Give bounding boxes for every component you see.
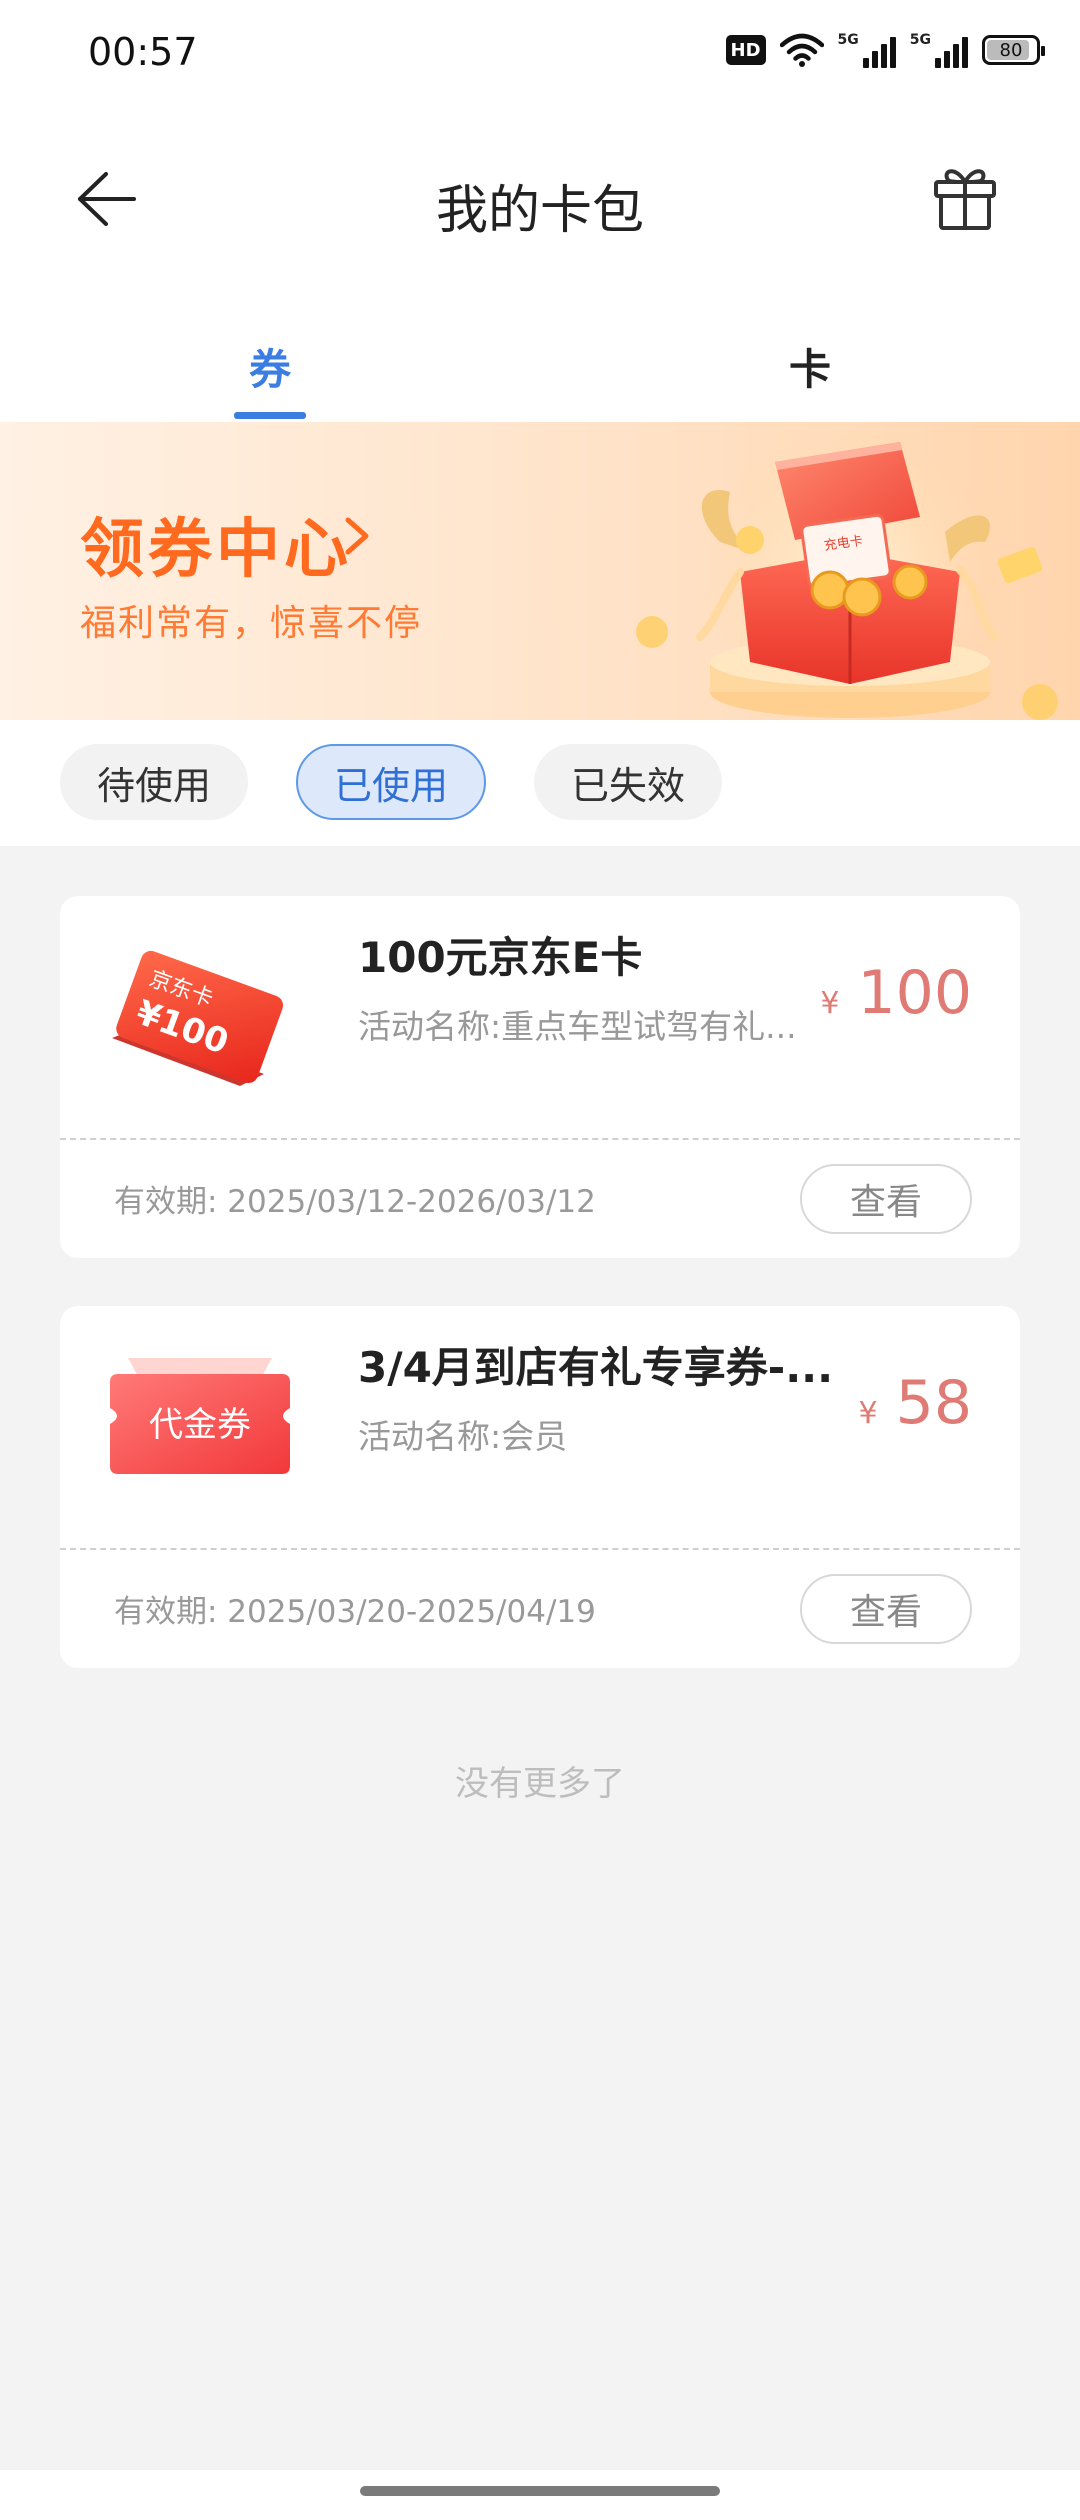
coupon-card[interactable]: 京东卡 ¥100 100元京东E卡 活动名称:重点车型试驾有礼... ¥ 100… [60,896,1020,1258]
status-icons: HD 5G 5G 80 [725,32,1045,68]
coupon-validity: 有效期: 2025/03/20-2025/04/19 [114,1594,596,1630]
voucher-label: 代金券 [149,1405,251,1445]
coupon-amount: 58 [895,1368,972,1438]
gift-box-illustration: 充电卡 [636,422,1058,720]
header: 我的卡包 [0,110,1080,290]
voucher-thumbnail: 代金券 [110,1358,290,1474]
wifi-icon [779,33,824,67]
dashed-divider [60,1548,1020,1550]
no-more-text: 没有更多了 [455,1764,625,1804]
home-indicator[interactable] [360,2486,720,2496]
tab-bar: 券 卡 [0,290,1080,422]
signal-5g-icon: 5G [910,32,968,68]
gift-icon[interactable] [932,162,998,232]
coupon-price: ¥ 100 [820,958,972,1028]
coupon-card[interactable]: 代金券 3/4月到店有礼专享券-... 活动名称:会员 ¥ 58 有效期: 20… [60,1306,1020,1668]
status-bar: 00:57 HD 5G 5G 80 [0,0,1080,110]
currency-symbol: ¥ [858,1396,878,1431]
jd-card-thumbnail: 京东卡 ¥100 [112,950,284,1086]
hd-icon: HD [725,35,766,65]
coupon-center-banner[interactable]: 领券中心 福利常有，惊喜不停 充电卡 [0,422,1080,720]
coupon-activity: 活动名称:会员 [358,1417,568,1456]
filter-unused[interactable]: 待使用 [60,744,248,820]
coupon-title: 3/4月到店有礼专享券-... [358,1343,834,1392]
signal-5g-icon: 5G [838,32,896,68]
page-title: 我的卡包 [435,181,644,241]
view-button[interactable]: 查看 [800,1164,972,1234]
currency-symbol: ¥ [820,986,840,1021]
coupon-price: ¥ 58 [859,1368,972,1438]
dashed-divider [60,1138,1020,1140]
battery-icon: 80 [982,35,1045,65]
battery-level-text: 80 [999,39,1023,61]
banner-subtitle: 福利常有，惊喜不停 [80,603,423,644]
coupon-title: 100元京东E卡 [358,933,643,982]
coupon-activity: 活动名称:重点车型试驾有礼... [358,1007,797,1046]
filter-expired[interactable]: 已失效 [534,744,722,820]
filter-used[interactable]: 已使用 [296,744,486,820]
card-wallet-screen: 00:57 HD 5G 5G 80 我的卡包 券 卡 领券中心 福利常有，惊喜不… [0,0,1080,2520]
tab-coupons[interactable]: 券 [190,336,350,397]
chevron-right-icon [345,517,369,555]
view-button[interactable]: 查看 [800,1574,972,1644]
tab-indicator [234,412,306,419]
coupon-validity: 有效期: 2025/03/12-2026/03/12 [114,1184,596,1220]
coupon-amount: 100 [857,958,972,1028]
status-filter-bar: 待使用 已使用 已失效 [0,720,1080,846]
status-time: 00:57 [88,30,198,74]
tab-cards[interactable]: 卡 [730,336,890,397]
banner-title: 领券中心 [80,513,352,587]
